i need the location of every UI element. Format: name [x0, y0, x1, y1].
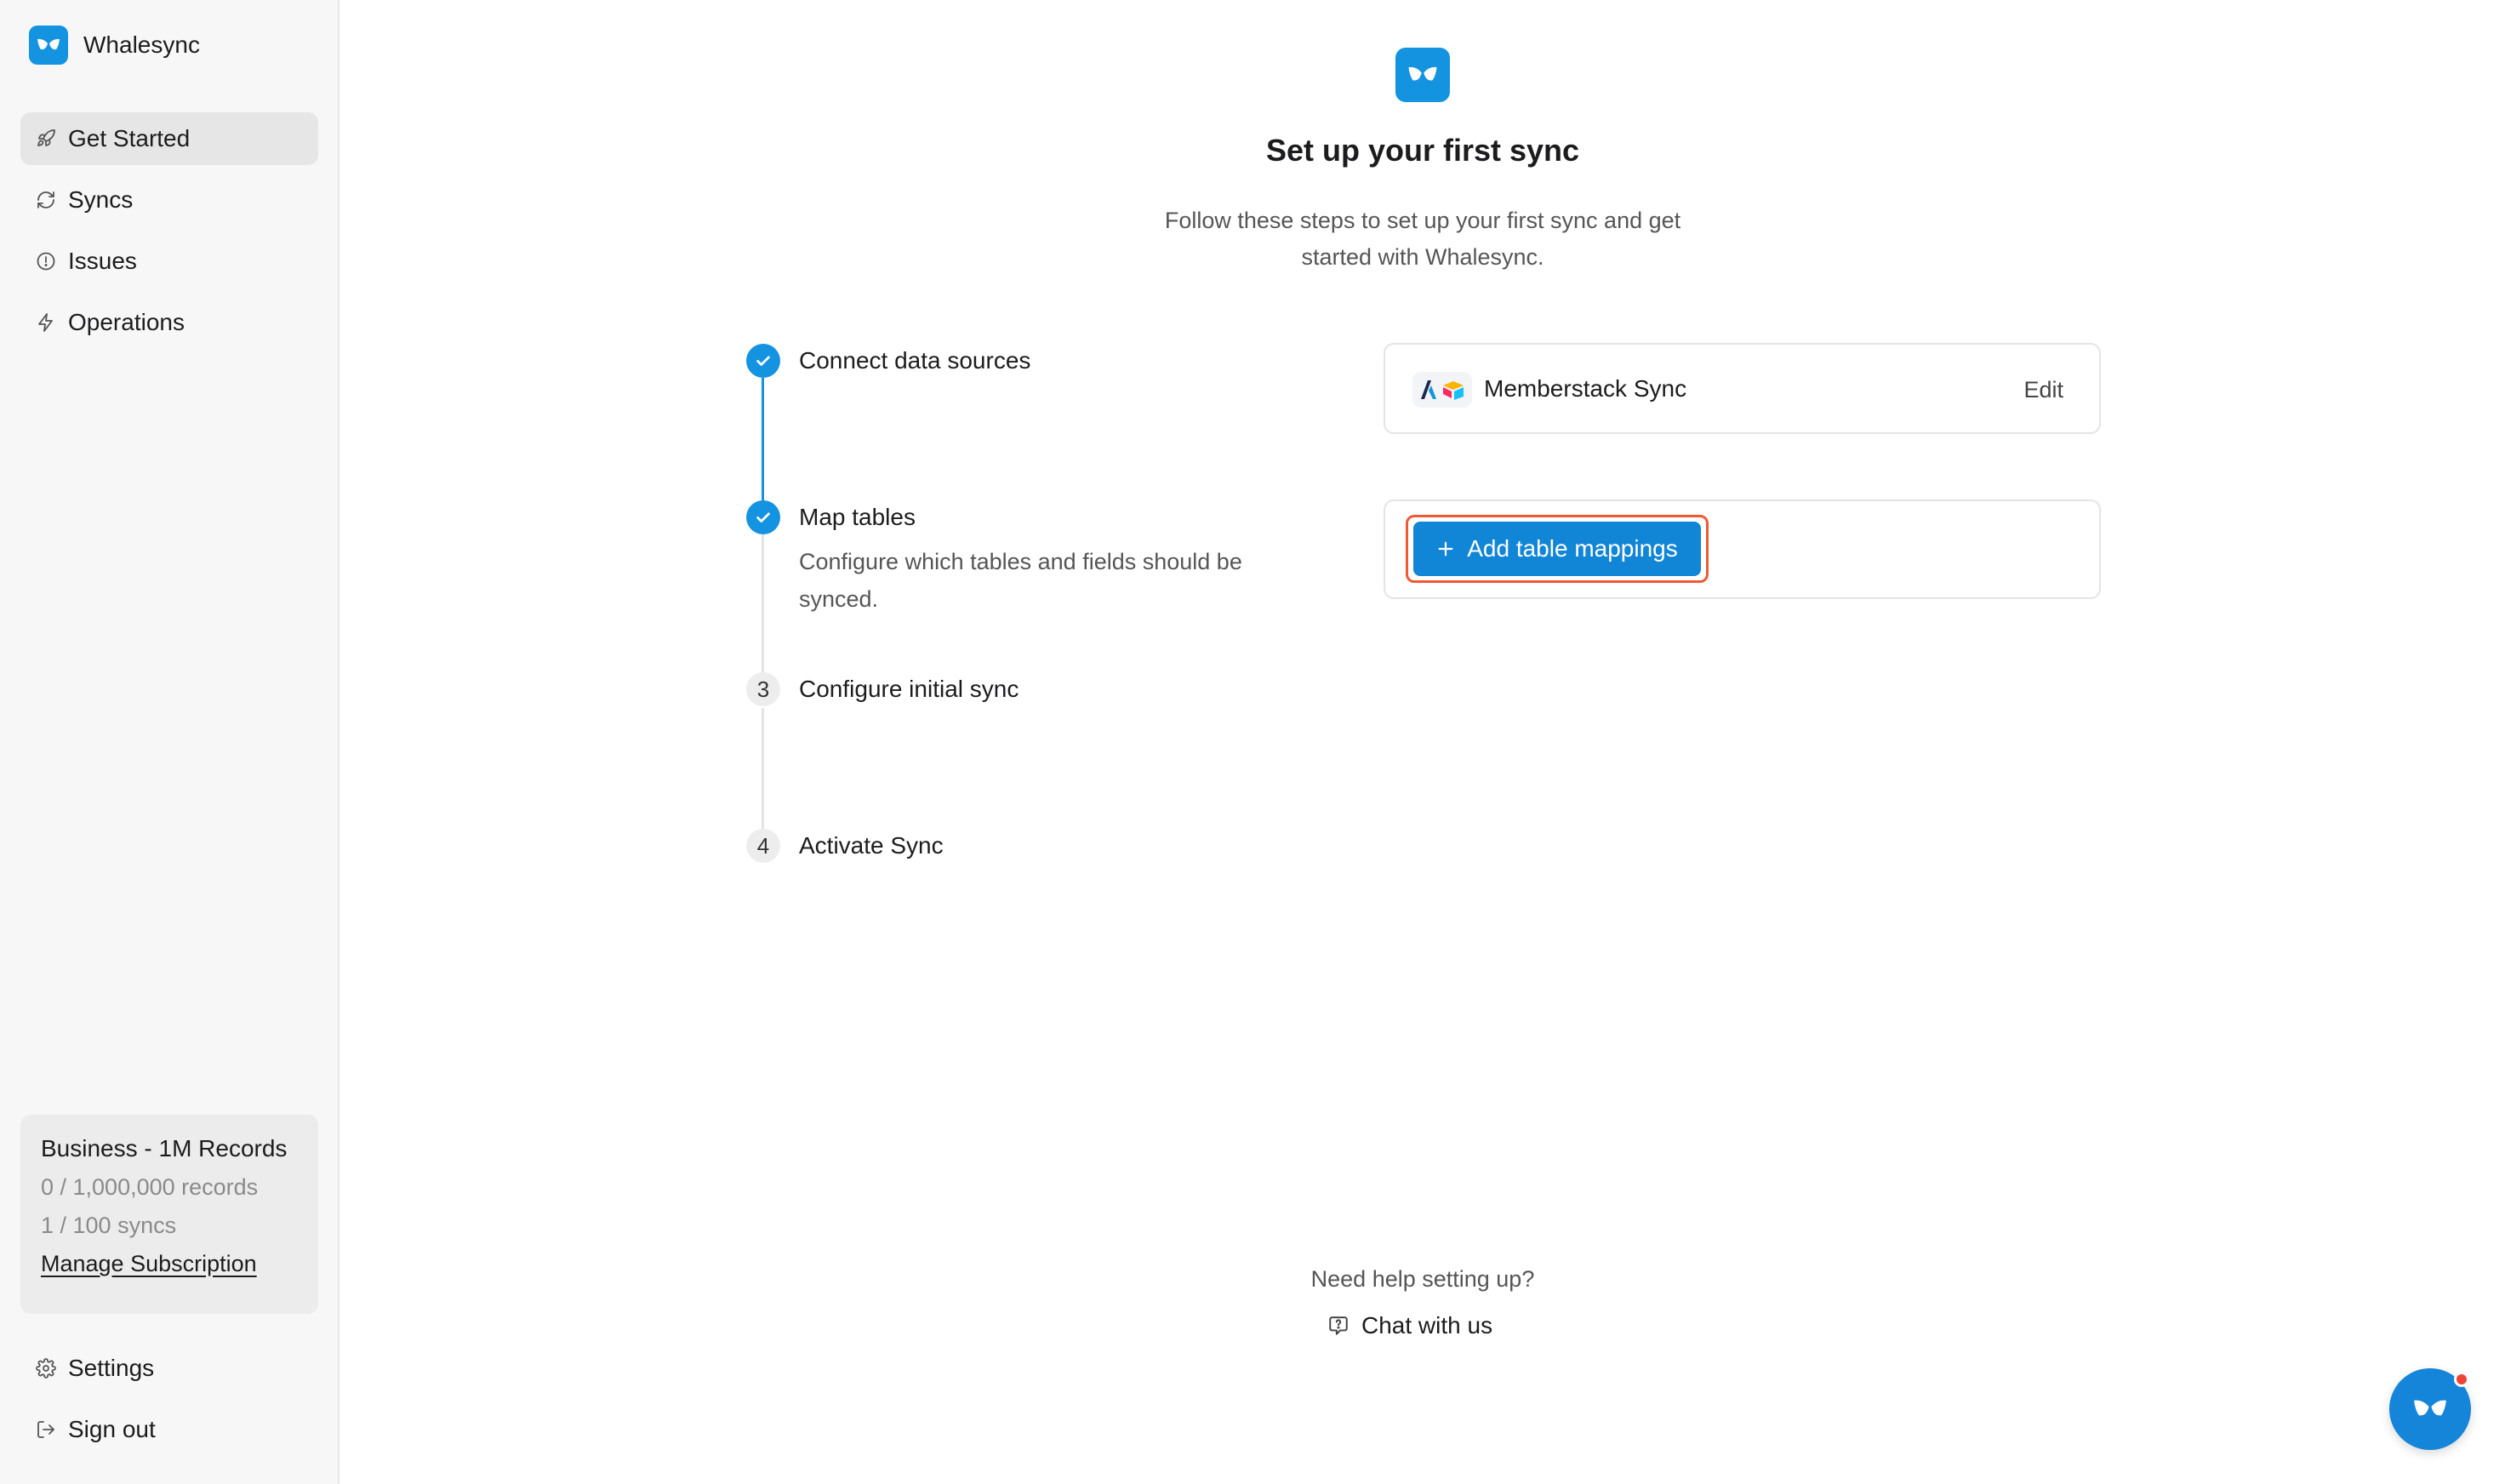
sidebar-item-label: Settings — [68, 1355, 155, 1381]
sidebar-item-operations[interactable]: Operations — [20, 296, 318, 349]
sidebar-bottom-nav: Settings Sign out — [20, 1342, 318, 1464]
table-mapping-card: Add table mappings — [1384, 499, 2101, 599]
lightning-icon — [38, 313, 53, 332]
sidebar-item-settings[interactable]: Settings — [20, 1342, 318, 1395]
chat-help-icon — [1329, 1316, 1348, 1335]
connector-icons — [1412, 372, 1472, 408]
add-table-mappings-label: Add table mappings — [1467, 535, 1678, 562]
step-2-check-icon — [746, 500, 780, 534]
edit-sync-button[interactable]: Edit — [2023, 377, 2063, 403]
step-4-title: Activate Sync — [799, 832, 944, 859]
timeline-connector — [762, 708, 764, 834]
chat-with-us-link[interactable]: Chat with us — [1327, 1312, 1492, 1339]
plan-title: Business - 1M Records — [41, 1135, 288, 1162]
step-1-title: Connect data sources — [799, 347, 1031, 374]
timeline-connector — [762, 378, 764, 505]
step-4-number: 4 — [746, 829, 780, 863]
memberstack-icon — [1421, 380, 1436, 399]
sidebar-item-label: Operations — [68, 309, 185, 335]
plan-syncs-usage: 1 / 100 syncs — [41, 1213, 177, 1238]
sidebar-item-label: Issues — [68, 248, 137, 274]
notification-dot — [2454, 1372, 2469, 1387]
step-3-title: Configure initial sync — [799, 676, 1019, 702]
whalesync-logo-icon — [2414, 1400, 2446, 1416]
page-subtitle-line: started with Whalesync. — [1301, 244, 1544, 270]
sidebar-item-label: Syncs — [68, 186, 134, 213]
step-1-check-icon — [746, 344, 780, 378]
plan-records-usage: 0 / 1,000,000 records — [41, 1174, 259, 1200]
sidebar-nav: Get Started Syncs Issues Operations — [20, 112, 318, 357]
manage-subscription-link[interactable]: Manage Subscription — [41, 1251, 257, 1276]
step-2-description-line: synced. — [799, 586, 879, 612]
sidebar: Whalesync Get Started Syncs Issues Opera… — [0, 0, 340, 1484]
whalesync-logo-icon — [29, 26, 68, 65]
plan-card: Business - 1M Records 0 / 1,000,000 reco… — [20, 1115, 318, 1314]
refresh-icon — [37, 191, 54, 208]
add-table-mappings-highlight: Add table mappings — [1406, 515, 1709, 583]
brand-name: Whalesync — [83, 31, 200, 58]
sync-card: Memberstack Sync Edit — [1384, 343, 2101, 434]
step-3-number: 3 — [746, 672, 780, 706]
help-question: Need help setting up? — [1310, 1266, 1535, 1292]
sign-out-icon — [37, 1421, 54, 1438]
sidebar-item-issues[interactable]: Issues — [20, 235, 318, 288]
alert-circle-icon — [37, 252, 55, 271]
sync-name: Memberstack Sync — [1484, 375, 1687, 402]
sidebar-item-syncs[interactable]: Syncs — [20, 174, 318, 226]
sidebar-item-sign-out[interactable]: Sign out — [20, 1403, 318, 1456]
whalesync-logo-icon — [1395, 48, 1450, 102]
sidebar-item-label: Sign out — [68, 1416, 156, 1442]
timeline-connector — [762, 534, 764, 688]
page-title: Set up your first sync — [1265, 133, 1580, 168]
page-subtitle: Follow these steps to set up your first … — [1106, 203, 1739, 276]
chat-launcher-button[interactable] — [2389, 1368, 2471, 1450]
airtable-icon — [1443, 381, 1464, 400]
sidebar-item-label: Get Started — [68, 125, 191, 151]
page-subtitle-line: Follow these steps to set up your first … — [1164, 208, 1681, 233]
rocket-icon — [37, 129, 55, 146]
step-2-description: Configure which tables and fields should… — [799, 543, 1327, 618]
step-2-description-line: Configure which tables and fields should… — [799, 549, 1242, 574]
gear-icon — [36, 1358, 56, 1378]
plus-icon — [1438, 541, 1453, 556]
brand[interactable]: Whalesync — [29, 26, 200, 65]
add-table-mappings-button[interactable]: Add table mappings — [1413, 522, 1701, 576]
chat-with-us-label: Chat with us — [1361, 1312, 1493, 1338]
sidebar-item-get-started[interactable]: Get Started — [20, 112, 318, 165]
step-2-title: Map tables — [799, 504, 916, 530]
